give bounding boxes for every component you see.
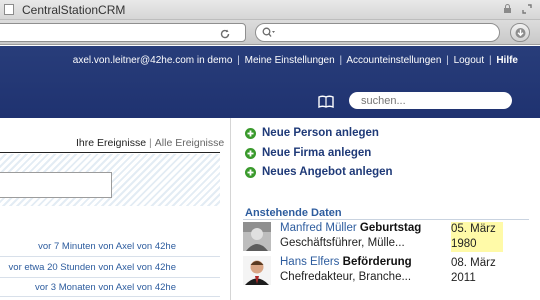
activity-time-link[interactable]: vor etwa 20 Stunden [9,262,96,273]
divider [0,277,220,278]
tab-own-events[interactable]: Ihre Ereignisse [76,137,146,149]
downloads-button[interactable] [510,23,530,42]
nav-separator: | [237,55,240,66]
book-icon[interactable] [318,95,334,108]
events-tabs: Ihre Ereignisse | Alle Ereignisse [76,137,224,149]
nav-separator: | [488,55,492,66]
divider [0,152,220,153]
logout-link[interactable]: Logout [454,55,485,66]
user-account-link[interactable]: axel.von.leitner@42he.com in demo [73,55,233,66]
event-date-year: 2011 [451,272,476,284]
note-textarea[interactable] [0,172,112,198]
activity-time-link[interactable]: vor 7 Minuten [38,241,96,252]
divider [0,296,220,297]
avatar[interactable] [243,222,271,251]
activity-time-link[interactable]: vor 3 Monaten [35,282,96,293]
person-line: Manfred Müller Geburtstag [280,222,421,234]
lock-icon [504,4,511,13]
upcoming-item: Manfred Müller Geburtstag Geschäftsführe… [243,222,533,252]
account-settings-link[interactable]: Accounteinstellungen [346,55,441,66]
person-line: Hans Elfers Beförderung [280,256,412,268]
activity-author: von Axel von 42he [98,282,176,293]
search-input[interactable] [349,92,512,109]
plus-icon [245,167,256,178]
browser-toolbar [0,20,540,45]
person-role: Geschäftsführer, Mülle... [280,237,405,249]
help-link[interactable]: Hilfe [496,55,518,66]
activity-meta: vor 7 Minuten von Axel von 42he [38,241,176,252]
activity-author: von Axel von 42he [98,241,176,252]
event-type: Beförderung [342,256,412,268]
activity-meta: vor etwa 20 Stunden von Axel von 42he [9,262,176,273]
my-settings-link[interactable]: Meine Einstellungen [245,55,335,66]
event-type: Geburtstag [359,222,422,234]
person-name-link[interactable]: Hans Elfers [280,256,339,268]
address-bar[interactable] [0,23,246,42]
window-title: CentralStationCRM [22,3,126,17]
tab-all-events[interactable]: Alle Ereignisse [155,137,224,149]
sidebar: Neue Person anlegen Neue Firma anlegen N… [231,118,540,300]
activity-meta: vor 3 Monaten von Axel von 42he [35,282,176,293]
person-name-link[interactable]: Manfred Müller [280,222,357,234]
divider [243,219,529,220]
activity-author: von Axel von 42he [98,262,176,273]
nav-separator: | [446,55,449,66]
event-date-day: 08. März [451,257,496,269]
new-offer-link[interactable]: Neues Angebot anlegen [262,166,393,178]
nav-separator: | [339,55,343,66]
user-nav: axel.von.leitner@42he.com in demo | Mein… [73,55,518,66]
plus-icon [245,128,256,139]
app-header: axel.von.leitner@42he.com in demo | Mein… [0,46,540,118]
new-company-link[interactable]: Neue Firma anlegen [262,147,371,159]
download-icon [515,28,526,38]
fullscreen-icon[interactable] [522,4,532,14]
divider [0,256,220,257]
reload-icon[interactable] [219,28,231,40]
page-icon [4,4,14,15]
browser-titlebar: CentralStationCRM [0,0,540,20]
search-icon [262,27,275,37]
upcoming-item: Hans Elfers Beförderung Chefredakteur, B… [243,256,533,286]
browser-search-field[interactable] [255,23,500,42]
plus-icon [245,148,256,159]
event-date-year: 1980 [451,238,477,250]
tab-separator: | [149,137,152,149]
event-date: 08. März 2011 [451,256,503,286]
event-date-day: 05. März [451,223,496,235]
new-person-link[interactable]: Neue Person anlegen [262,127,379,139]
event-date: 05. März 1980 [451,222,503,252]
upcoming-dates-title: Anstehende Daten [245,207,342,219]
person-role: Chefredakteur, Branche... [280,271,412,283]
avatar[interactable] [243,256,271,285]
events-panel: Ihre Ereignisse | Alle Ereignisse vor 7 Mi… [0,118,230,300]
